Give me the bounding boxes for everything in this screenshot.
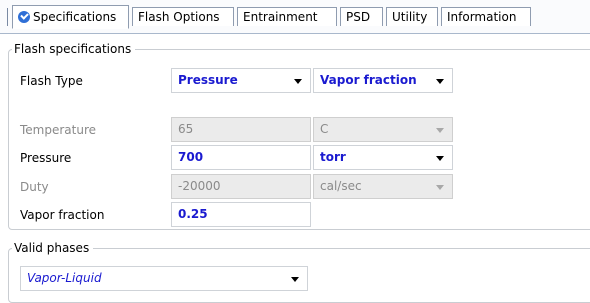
vapor-fraction-label: Vapor fraction bbox=[20, 208, 105, 222]
tab-flash-options-label: Flash Options bbox=[138, 10, 220, 24]
vapor-fraction-value: 0.25 bbox=[178, 207, 208, 221]
pressure-unit-dropdown[interactable]: torr bbox=[313, 145, 453, 170]
tab-psd-label: PSD bbox=[346, 10, 371, 24]
flash-spec1-dropdown[interactable]: Pressure bbox=[171, 68, 311, 93]
tab-psd[interactable]: PSD bbox=[340, 7, 383, 26]
tab-strip-divider bbox=[7, 8, 8, 26]
tab-specifications-label: Specifications bbox=[33, 10, 117, 24]
flash-spec2-value: Vapor fraction bbox=[320, 73, 417, 87]
chevron-down-icon bbox=[436, 156, 444, 161]
tab-specifications[interactable]: Specifications bbox=[12, 5, 129, 29]
chevron-down-icon bbox=[291, 277, 299, 282]
flash-spec2-dropdown[interactable]: Vapor fraction bbox=[313, 68, 453, 93]
pressure-input[interactable]: 700 bbox=[171, 145, 311, 170]
tab-utility-label: Utility bbox=[392, 10, 428, 24]
tab-flash-options[interactable]: Flash Options bbox=[132, 7, 234, 26]
duty-input: -20000 bbox=[171, 174, 311, 199]
pressure-unit-value: torr bbox=[320, 150, 346, 164]
temperature-unit-value: C bbox=[320, 122, 329, 136]
check-circle-icon bbox=[18, 11, 30, 23]
valid-phases-value: Vapor-Liquid bbox=[27, 271, 102, 285]
flash-spec1-value: Pressure bbox=[178, 73, 238, 87]
pressure-label: Pressure bbox=[20, 151, 72, 165]
flash-type-label: Flash Type bbox=[20, 74, 83, 88]
temperature-value: 65 bbox=[178, 122, 194, 136]
temperature-label: Temperature bbox=[20, 123, 97, 137]
valid-phases-dropdown[interactable]: Vapor-Liquid bbox=[20, 266, 308, 291]
tab-entrainment-label: Entrainment bbox=[243, 10, 318, 24]
chevron-down-icon bbox=[294, 79, 302, 84]
flash-specifications-title: Flash specifications bbox=[14, 42, 132, 56]
duty-unit-value: cal/sec bbox=[320, 179, 362, 193]
tab-entrainment[interactable]: Entrainment bbox=[237, 7, 337, 26]
valid-phases-title: Valid phases bbox=[14, 241, 90, 255]
vapor-fraction-input[interactable]: 0.25 bbox=[171, 202, 311, 227]
tab-information-label: Information bbox=[447, 10, 517, 24]
duty-value: -20000 bbox=[178, 179, 221, 193]
tab-utility[interactable]: Utility bbox=[386, 7, 438, 26]
pressure-value: 700 bbox=[178, 150, 204, 164]
tab-strip: Specifications Flash Options Entrainment… bbox=[0, 0, 590, 34]
duty-label: Duty bbox=[20, 180, 49, 194]
specifications-panel: Flash specifications Flash Type Pressure… bbox=[8, 34, 590, 303]
temperature-input: 65 bbox=[171, 117, 311, 142]
chevron-down-icon bbox=[436, 128, 444, 133]
chevron-down-icon bbox=[436, 79, 444, 84]
duty-unit-dropdown: cal/sec bbox=[313, 174, 453, 199]
chevron-down-icon bbox=[436, 185, 444, 190]
temperature-unit-dropdown: C bbox=[313, 117, 453, 142]
tab-information[interactable]: Information bbox=[441, 7, 531, 26]
